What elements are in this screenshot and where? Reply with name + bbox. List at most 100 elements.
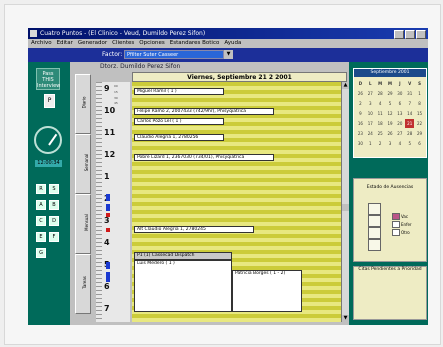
calendar-day[interactable]: 2 [376,139,385,148]
calendar-day[interactable]: 24 [366,129,375,138]
hour-label: 6 [104,282,110,291]
calendar-day[interactable]: 5 [386,99,395,108]
maximize-button[interactable] [405,30,415,39]
menu-opciones[interactable]: Opciones [139,39,164,48]
factor-select[interactable]: Pfilter Suter Casseer [124,50,224,59]
calendar-day[interactable]: 30 [356,139,365,148]
tool-button-7[interactable]: E [36,232,46,242]
enfer-checkbox[interactable]: Enfer [392,221,412,228]
calendar-day[interactable]: 3 [366,99,375,108]
calendar-day[interactable]: 23 [356,129,365,138]
calendar-day[interactable]: 4 [376,99,385,108]
calendar-day[interactable]: 21 [405,119,415,128]
tool-button-4[interactable]: B [49,200,59,210]
appointment[interactable]: Patricia Borges ( 1 - 2) [232,270,302,312]
otro-checkbox[interactable]: Otro [392,229,410,236]
calendar-day[interactable]: 5 [405,139,414,148]
tab-tareas[interactable]: Tareas [75,254,91,314]
calendar-day[interactable]: 26 [386,129,395,138]
calendar-day[interactable]: 2 [356,99,365,108]
absence-box[interactable] [368,215,381,227]
tool-button-8[interactable]: F [49,232,59,242]
calendar-day[interactable]: 3 [386,139,395,148]
calendar-day[interactable]: 29 [415,129,424,138]
calendar-day[interactable]: 16 [356,119,365,128]
interview-button[interactable]: Pass THIS Interview [36,68,60,90]
calendar-month[interactable]: Septiembre 2001 [354,69,426,77]
calendar-day[interactable]: 26 [356,89,365,98]
appointment[interactable]: Felipe Ramo 2, 2007433 (742/9hr), Phisyq… [134,108,274,115]
calendar-day[interactable]: 13 [395,109,404,118]
calendar-day[interactable]: 22 [415,119,424,128]
calendar-day[interactable]: 29 [386,89,395,98]
tool-button-9[interactable]: G [36,248,46,258]
appointment[interactable]: Claudio Alegria 1, 2780256 [134,134,224,141]
calendar-day[interactable]: 11 [376,109,385,118]
calendar-day[interactable]: 10 [366,109,375,118]
close-button[interactable] [416,30,426,39]
calendar-day[interactable]: 7 [405,99,414,108]
calendar-day[interactable]: 31 [405,89,414,98]
calendar-day[interactable]: 20 [395,119,404,128]
tool-button-1[interactable]: R [36,184,46,194]
calendar-day[interactable]: 28 [376,89,385,98]
tab-mensual[interactable]: Mensual [75,194,91,254]
hour-label: 1 [104,172,110,181]
calendar-day[interactable]: 9 [356,109,365,118]
appointment[interactable]: Pobre Lizard 1, 2367030 (734/01), Phisyq… [134,154,274,161]
minimize-button[interactable] [394,30,404,39]
calendar-day[interactable]: 19 [386,119,395,128]
calendar-day[interactable]: 4 [395,139,404,148]
hour-label: 11 [104,128,116,137]
print-icon[interactable]: P [44,94,55,108]
absence-box[interactable] [368,239,381,251]
calendar-day[interactable]: 25 [376,129,385,138]
hour-label: 4 [104,238,110,247]
calendar-day[interactable]: 8 [415,99,424,108]
tab-diario[interactable]: Diario [75,74,91,134]
calendar-day[interactable]: 15 [415,109,424,118]
absence-box[interactable] [368,203,381,215]
appointment[interactable]: Miguel Ramil ( 1 ) [134,88,224,95]
calendar-day[interactable]: 17 [366,119,375,128]
calendar-day[interactable]: 27 [366,89,375,98]
menu-estandares[interactable]: Estandares Botico [170,39,220,48]
screenshot-frame: Cuatro Puntos - (El Clinico - Veud, Dumi… [4,4,441,345]
calendar-day[interactable]: 12 [386,109,395,118]
scroll-up-icon[interactable]: ▲ [342,82,349,89]
appointment[interactable]: Carlos Pozo Lel ( 1 ) [134,118,224,125]
calendar-day[interactable]: 30 [395,89,404,98]
schedule-scrollbar[interactable]: ▲ ▼ [341,82,349,322]
tab-semanal[interactable]: Semanal [75,134,91,194]
menu-editar[interactable]: Editar [57,39,73,48]
calendar-day[interactable]: 1 [366,139,375,148]
calendar-day[interactable]: 27 [395,129,404,138]
tab-label: Tareas [81,276,87,289]
menu-archivo[interactable]: Archivo [31,39,52,48]
toolbar: Factor: Pfilter Suter Casseer ▼ [28,48,428,62]
tool-button-6[interactable]: D [49,216,59,226]
calendar-day[interactable]: 1 [415,89,424,98]
tool-button-5[interactable]: C [36,216,46,226]
calendar-day[interactable]: 6 [395,99,404,108]
tab-label: Semanal [84,153,90,172]
calendar-day[interactable]: 28 [405,129,414,138]
calendar-day[interactable]: 14 [405,109,414,118]
agenda-grid[interactable]: Miguel Ramil ( 1 ) Felipe Ramo 2, 200743… [132,82,341,322]
tool-button-3[interactable]: A [36,200,46,210]
menu-clientes[interactable]: Clientes [112,39,134,48]
scroll-down-icon[interactable]: ▼ [342,315,349,322]
menu-ayuda[interactable]: Ayuda [224,39,241,48]
vac-checkbox[interactable]: Vac [392,213,408,220]
appointment[interactable]: P1 (1) Cassecad Dispatch [134,252,232,260]
menu-generador[interactable]: Generador [78,39,107,48]
calendar-day[interactable]: 6 [415,139,424,148]
appointment[interactable]: Alt Claudio Alegria 1, 2780245 [134,226,254,233]
absence-box[interactable] [368,227,381,239]
tool-button-2[interactable]: S [49,184,59,194]
scroll-thumb[interactable] [342,204,349,211]
chevron-down-icon[interactable]: ▼ [224,50,233,59]
appointment[interactable]: Luis Medero ( 1 ) [134,260,232,312]
urgent-marker [106,213,110,217]
calendar-day[interactable]: 18 [376,119,385,128]
